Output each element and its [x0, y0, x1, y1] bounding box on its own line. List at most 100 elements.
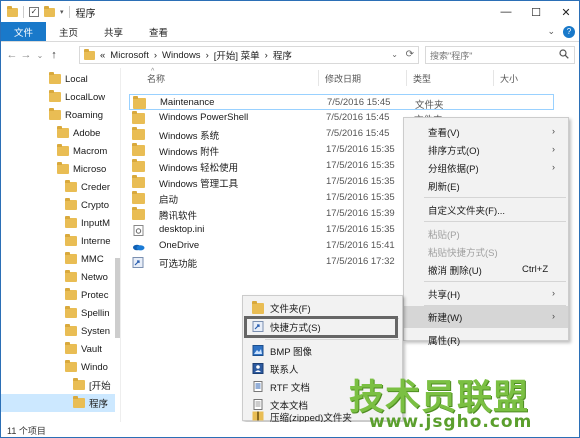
column-type[interactable]: 类型: [413, 72, 431, 85]
search-input[interactable]: 搜索"程序": [425, 46, 575, 64]
nav-item-windows[interactable]: Windo: [65, 358, 108, 376]
folder-icon: [132, 159, 145, 172]
properties-icon[interactable]: ✓: [29, 7, 39, 17]
nav-item-start-menu[interactable]: [开始: [73, 376, 111, 394]
folder-icon: [65, 342, 77, 354]
nav-item-credentials[interactable]: Creder: [65, 178, 110, 196]
address-overflow[interactable]: «: [100, 50, 105, 61]
menu-item-refresh[interactable]: 刷新(E): [404, 176, 568, 196]
column-divider[interactable]: [493, 70, 494, 86]
folder-icon: [65, 306, 77, 318]
menu-item-group-by[interactable]: 分组依据(P): [404, 158, 568, 178]
column-divider[interactable]: [406, 70, 407, 86]
nav-item-adobe[interactable]: Adobe: [57, 124, 100, 142]
menu-item-sort-by[interactable]: 排序方式(O): [404, 140, 568, 160]
bmp-image-icon: [252, 345, 264, 356]
address-segment-microsoft[interactable]: Microsoft: [110, 50, 149, 61]
up-button[interactable]: ↑: [47, 49, 61, 61]
folder-icon: [49, 72, 61, 84]
explorer-window: ✓ ▾ 程序 — ☐ ✕ 文件 主页 共享 查看 ⌄ ? ← → ⌄ ↑ « M…: [0, 0, 580, 438]
folder-icon: [132, 191, 145, 204]
folder-icon: [65, 252, 77, 264]
nav-item-spelling[interactable]: Spellin: [65, 304, 110, 322]
folder-icon: [49, 90, 61, 102]
search-icon[interactable]: [559, 49, 569, 59]
column-date[interactable]: 修改日期: [325, 72, 361, 85]
address-separator[interactable]: ›: [206, 50, 209, 61]
window-folder-icon: [7, 5, 18, 17]
file-row[interactable]: Maintenance 7/5/2016 15:45 文件夹: [129, 94, 554, 111]
folder-icon: [252, 301, 264, 314]
nav-item-vault[interactable]: Vault: [65, 340, 102, 358]
address-dropdown-icon[interactable]: ⌄: [391, 50, 398, 59]
column-header-row: 名称 修改日期 类型 大小: [123, 68, 579, 88]
nav-item-local[interactable]: Local: [49, 70, 88, 88]
folder-icon: [65, 234, 77, 246]
address-bar[interactable]: « Microsoft › Windows › [开始] 菜单 › 程序 ⌄ ⟳: [79, 46, 419, 64]
back-button[interactable]: ←: [5, 49, 19, 61]
nav-item-locallow[interactable]: LocalLow: [49, 88, 105, 106]
folder-icon: [65, 288, 77, 300]
folder-icon: [57, 126, 69, 138]
menu-item-paste[interactable]: 粘贴(P): [404, 224, 568, 244]
forward-button[interactable]: →: [19, 49, 33, 61]
help-icon[interactable]: ?: [563, 26, 575, 38]
nav-item-system[interactable]: Systen: [65, 322, 110, 340]
menu-item-paste-shortcut[interactable]: 粘贴快捷方式(S): [404, 242, 568, 262]
contact-icon: [252, 363, 264, 374]
undo-shortcut: Ctrl+Z: [522, 264, 549, 275]
maximize-button[interactable]: ☐: [521, 1, 551, 23]
sort-up-icon: ^: [151, 68, 155, 75]
tab-home[interactable]: 主页: [46, 22, 91, 41]
address-separator[interactable]: ›: [154, 50, 157, 61]
address-segment-start-menu[interactable]: [开始] 菜单: [214, 48, 260, 62]
tab-file[interactable]: 文件: [1, 22, 47, 41]
new-folder-icon[interactable]: [44, 5, 55, 17]
title-bar: ✓ ▾ 程序 — ☐ ✕: [1, 1, 579, 23]
toolbar-divider: [68, 6, 70, 18]
highlight-box: [244, 316, 398, 338]
nav-item-protect[interactable]: Protec: [65, 286, 108, 304]
recent-locations-button[interactable]: ⌄: [33, 51, 47, 60]
nav-item-microsoft[interactable]: Microso: [57, 160, 106, 178]
rtf-document-icon: [253, 381, 263, 392]
submenu-arrow-icon: ›: [552, 162, 555, 172]
nav-item-roaming[interactable]: Roaming: [49, 106, 103, 124]
column-name[interactable]: 名称: [147, 72, 165, 85]
nav-scrollbar-thumb[interactable]: [115, 258, 120, 338]
nav-item-inputmethod[interactable]: InputM: [65, 214, 110, 232]
nav-item-internet[interactable]: Interne: [65, 232, 111, 250]
nav-item-macromedia[interactable]: Macrom: [57, 142, 107, 160]
column-divider[interactable]: [318, 70, 319, 86]
menu-item-new-bmp[interactable]: BMP 图像: [243, 341, 402, 361]
address-segment-programs[interactable]: 程序: [273, 48, 292, 62]
menu-item-customize-folder[interactable]: 自定义文件夹(F)...: [404, 200, 568, 220]
context-menu: 查看(V) › 排序方式(O) › 分组依据(P) › 刷新(E) 自定义文件夹…: [403, 117, 569, 347]
folder-icon: [57, 144, 69, 156]
watermark-url: www.jsgho.com: [369, 412, 533, 432]
tab-view[interactable]: 查看: [136, 22, 181, 41]
folder-icon: [49, 108, 61, 120]
address-separator[interactable]: ›: [265, 50, 268, 61]
nav-item-mmc[interactable]: MMC: [65, 250, 104, 268]
menu-item-properties[interactable]: 属性(R): [404, 320, 568, 347]
menu-separator: [424, 197, 566, 198]
folder-icon: [132, 207, 145, 220]
tab-share[interactable]: 共享: [91, 22, 136, 41]
nav-item-programs[interactable]: 程序: [1, 394, 115, 412]
folder-icon: [65, 198, 77, 210]
close-button[interactable]: ✕: [551, 1, 579, 23]
expand-ribbon-icon[interactable]: ⌄: [547, 26, 555, 38]
folder-icon: [57, 162, 69, 174]
address-segment-windows[interactable]: Windows: [162, 50, 201, 61]
menu-item-share[interactable]: 共享(H): [404, 284, 568, 304]
column-size[interactable]: 大小: [500, 72, 518, 85]
refresh-icon[interactable]: ⟳: [406, 49, 414, 60]
menu-item-view[interactable]: 查看(V): [404, 122, 568, 142]
menu-item-new-folder[interactable]: 文件夹(F): [243, 298, 402, 318]
nav-item-network[interactable]: Netwo: [65, 268, 108, 286]
menu-separator: [424, 221, 566, 222]
minimize-button[interactable]: —: [491, 1, 521, 23]
customize-toolbar-icon[interactable]: ▾: [60, 8, 64, 16]
nav-item-crypto[interactable]: Crypto: [65, 196, 109, 214]
